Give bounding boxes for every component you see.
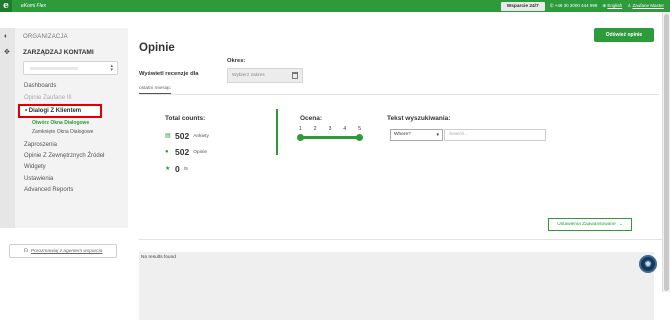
- rating-scale-labels: 1 2 3 4 5: [299, 126, 361, 132]
- tab-last-month[interactable]: ostatni miesiąc: [139, 86, 171, 94]
- user-name: Zaufane Master: [632, 3, 664, 8]
- page-scrollbar[interactable]: [662, 12, 670, 292]
- search-where-value: Where?: [394, 132, 411, 137]
- headset-icon: ☊: [23, 248, 28, 254]
- chat-agent-button[interactable]: ☊ Porozmawiaj z agentem wsparcia: [9, 244, 117, 258]
- logo[interactable]: e: [0, 0, 12, 12]
- sidebar-item-widgets[interactable]: Widgety: [24, 164, 46, 170]
- rating-label-4: 4: [343, 126, 347, 132]
- top-right-controls: Wsparcie 24/7 ✆ +48 30 2000 444 999 ⊕ En…: [500, 0, 664, 12]
- rating-label-2: 2: [313, 126, 317, 132]
- tab-divider: [139, 94, 659, 95]
- phone-number: +48 30 2000 444 999: [554, 3, 598, 8]
- sidebar-item-external[interactable]: Opinie Z Zewnętrznych Źródeł: [24, 153, 104, 159]
- refresh-reviews-button[interactable]: Odśwież opinie: [594, 28, 654, 42]
- select-arrows-icon: ▴ ▾: [110, 63, 113, 73]
- document-icon: ▤: [165, 133, 171, 139]
- phone-link[interactable]: ✆ +48 30 2000 444 999: [550, 3, 598, 9]
- chat-agent-label: Porozmawiaj z agentem wsparcia: [30, 248, 103, 254]
- sidebar-panel: ORGANIZACJA ZARZĄDZAJ KONTAMI ▴ ▾ Dashboa…: [15, 28, 128, 228]
- reviews-count: 502: [175, 131, 190, 141]
- chevron-down-icon: ⌄: [618, 222, 623, 227]
- sidebar-subitem-open-dialogs[interactable]: Otwórz Okna Dialogowe: [32, 120, 89, 126]
- manage-accounts-heading[interactable]: ZARZĄDZAJ KONTAMI: [23, 49, 94, 56]
- search-text-title: Tekst wyszukiwania:: [387, 115, 451, 122]
- period-range-input[interactable]: Wybierz zakres: [227, 68, 303, 83]
- rating-row: ★ 0 /5: [165, 164, 188, 174]
- sidebar-item-opinions[interactable]: Opinie Zaufane III: [24, 95, 72, 101]
- results-panel: No results found: [139, 252, 654, 320]
- sidebar-subitem-closed-dialogs[interactable]: Zamknięte Okna Dialogowe: [32, 129, 93, 135]
- organization-heading: ORGANIZACJA: [23, 34, 68, 40]
- support-button[interactable]: Wsparcie 24/7: [500, 1, 545, 11]
- sidebar-icon-rail: ◐ ✥: [0, 28, 15, 228]
- reviews-unit: Ankiety: [193, 133, 209, 139]
- rating-label-1: 1: [299, 126, 302, 132]
- language-label: English: [607, 3, 623, 8]
- search-input[interactable]: Search...: [444, 129, 546, 141]
- organization-icon[interactable]: ◐: [4, 33, 11, 40]
- advanced-settings-label: Ustawienia Zaawansowane: [557, 222, 616, 227]
- advanced-settings-button[interactable]: Ustawienia Zaawansowane ⌄: [548, 218, 632, 231]
- sidebar-item-invitations[interactable]: Zaproszenia: [24, 142, 57, 148]
- stats-panel: Total counts: ▤ 502 Ankiety ● 502 Opinie…: [139, 104, 546, 190]
- results-divider: [139, 239, 669, 240]
- comment-icon: ●: [165, 149, 169, 155]
- rating-label-3: 3: [328, 126, 332, 132]
- scrollbar-thumb[interactable]: [664, 14, 669, 291]
- stats-divider: [276, 109, 278, 155]
- sidebar-item-dashboards[interactable]: Dashboards: [24, 83, 56, 89]
- rating-range-slider[interactable]: [297, 133, 363, 141]
- search-where-select[interactable]: Where? ▾: [390, 129, 443, 141]
- rating-slider-min-handle[interactable]: [297, 133, 304, 141]
- settings-gear-icon[interactable]: ✥: [4, 49, 11, 56]
- help-widget-icon: ✺: [644, 258, 652, 269]
- sidebar-item-settings[interactable]: Ustawienia: [24, 176, 53, 182]
- average-rating: 0: [175, 164, 180, 174]
- top-bar: e eKomi Flex Wsparcie 24/7 ✆ +48 30 2000…: [0, 0, 670, 12]
- reviews-count-row: ▤ 502 Ankiety: [165, 131, 209, 141]
- language-switch[interactable]: ⊕ English: [602, 3, 622, 9]
- dialogs-label-text: Dialogi Z Klientem: [28, 108, 82, 114]
- account-select[interactable]: ▴ ▾: [23, 61, 118, 75]
- user-menu[interactable]: ♙ Zaufane Master: [627, 3, 664, 9]
- star-icon: ★: [165, 166, 171, 172]
- period-range-placeholder: Wybierz zakres: [232, 73, 265, 78]
- rating-label-5: 5: [358, 126, 361, 132]
- rating-filter-title: Ocena:: [300, 115, 323, 122]
- sidebar-item-reports[interactable]: Advanced Reports: [24, 187, 73, 193]
- chevron-down-icon: ▾: [436, 132, 439, 138]
- opinions-count-row: ● 502 Opinie: [165, 147, 207, 157]
- account-select-value: [30, 67, 78, 70]
- app-title: eKomi Flex: [21, 3, 47, 9]
- sidebar-item-dialogs-label: • Dialogi Z Klientem: [25, 108, 82, 114]
- rating-slider-max-handle[interactable]: [356, 133, 363, 141]
- no-results-message: No results found: [141, 255, 176, 260]
- help-widget-button[interactable]: ✺: [639, 255, 657, 273]
- total-counts-title: Total counts:: [165, 115, 206, 122]
- sidebar-item-dialogs[interactable]: • Dialogi Z Klientem: [18, 104, 102, 118]
- calendar-icon: [292, 72, 298, 79]
- opinions-unit: Opinie: [193, 149, 208, 155]
- rating-unit: /5: [183, 166, 188, 172]
- sidebar: ◐ ✥ ORGANIZACJA ZARZĄDZAJ KONTAMI ▴ ▾ Das…: [0, 28, 128, 292]
- show-reviews-label: Wyświetl recenzje dla: [139, 71, 199, 77]
- page-title: Opinie: [139, 42, 175, 54]
- period-label: Okres:: [227, 58, 246, 64]
- opinions-count: 502: [175, 147, 190, 157]
